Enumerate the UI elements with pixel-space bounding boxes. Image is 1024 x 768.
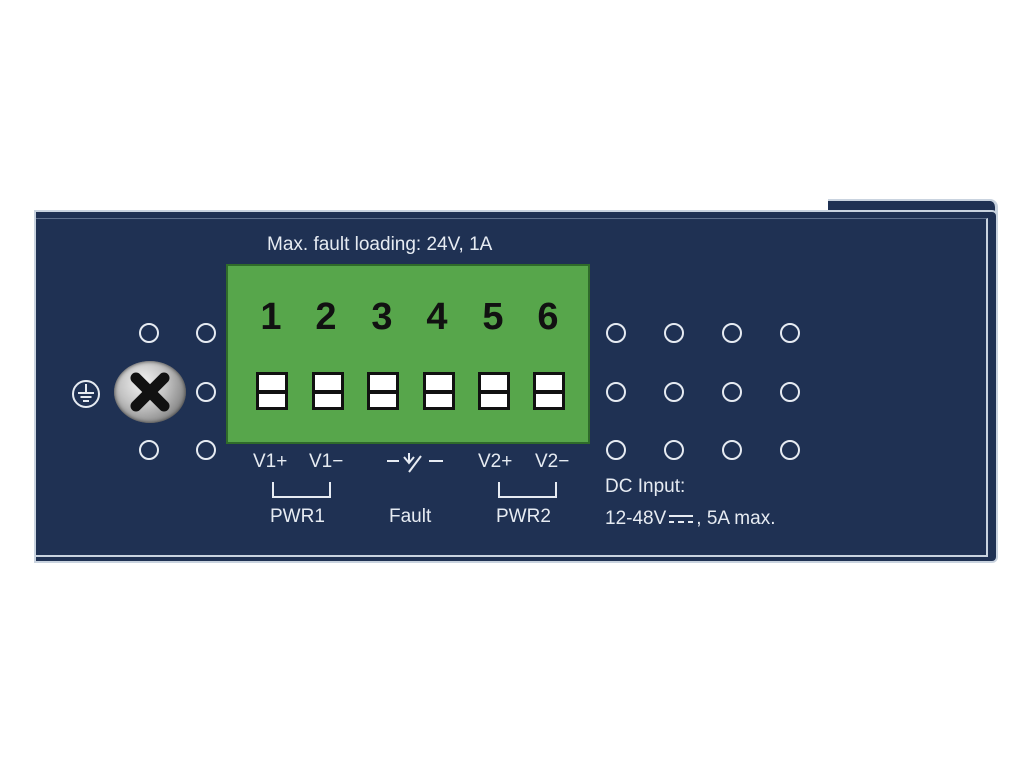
- vent-hole: [606, 382, 626, 402]
- pwr2-bracket: [498, 482, 557, 498]
- vent-hole: [722, 440, 742, 460]
- vent-hole: [664, 440, 684, 460]
- terminal-slot[interactable]: [423, 372, 455, 410]
- pwr1-bracket: [272, 482, 331, 498]
- dc-input-rating: 12-48V , 5A max.: [605, 508, 775, 530]
- v2-minus-label: V2−: [535, 451, 570, 472]
- vent-hole: [780, 440, 800, 460]
- terminal-slot[interactable]: [256, 372, 288, 410]
- terminal-slot[interactable]: [367, 372, 399, 410]
- pwr1-label: PWR1: [270, 506, 325, 527]
- terminal-slot[interactable]: [478, 372, 510, 410]
- vent-hole: [780, 382, 800, 402]
- v2-plus-label: V2+: [478, 451, 513, 472]
- fault-relay-icon: [387, 453, 443, 473]
- v1-minus-label: V1−: [309, 451, 344, 472]
- v1-plus-label: V1+: [253, 451, 288, 472]
- fault-loading-text: Max. fault loading: 24V, 1A: [267, 234, 493, 255]
- dc-input-label: DC Input:: [605, 476, 686, 497]
- vent-hole: [780, 323, 800, 343]
- pin-number: 2: [315, 296, 337, 338]
- pin-number: 6: [537, 296, 559, 338]
- vent-hole: [196, 382, 216, 402]
- dc-current-rating: , 5A max.: [696, 508, 776, 529]
- pin-number: 3: [371, 296, 393, 338]
- terminal-slot[interactable]: [312, 372, 344, 410]
- dc-symbol-icon: [669, 514, 694, 523]
- screw-icon: [114, 361, 186, 423]
- pwr2-label: PWR2: [496, 506, 551, 527]
- vent-hole: [139, 440, 159, 460]
- vent-hole: [196, 440, 216, 460]
- pin-number: 1: [260, 296, 282, 338]
- vent-hole: [606, 323, 626, 343]
- terminal-block: 1 2 3 4 5 6: [226, 264, 590, 444]
- terminal-slot[interactable]: [533, 372, 565, 410]
- vent-hole: [139, 323, 159, 343]
- vent-hole: [722, 323, 742, 343]
- pin-number: 4: [426, 296, 448, 338]
- vent-hole: [196, 323, 216, 343]
- pin-number: 5: [482, 296, 504, 338]
- dc-voltage-range: 12-48V: [605, 508, 667, 529]
- vent-hole: [606, 440, 626, 460]
- fault-label: Fault: [389, 506, 432, 527]
- vent-hole: [664, 323, 684, 343]
- vent-hole: [722, 382, 742, 402]
- ground-icon: [72, 380, 100, 408]
- vent-hole: [664, 382, 684, 402]
